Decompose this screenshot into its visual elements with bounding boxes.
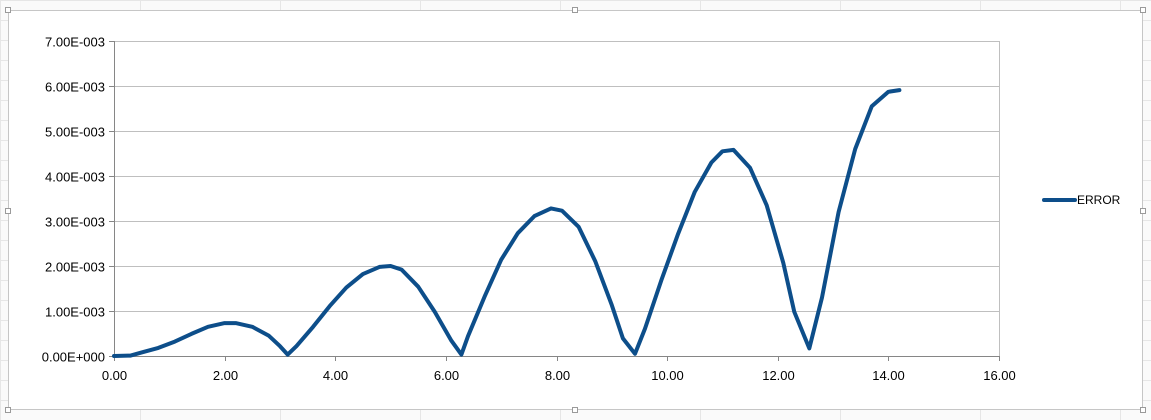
series-lines xyxy=(112,88,902,358)
x-tick-label: 8.00 xyxy=(545,368,570,383)
x-tick-label: 10.00 xyxy=(651,368,684,383)
x-axis-tick-labels: 0.00 2.00 4.00 6.00 8.00 10.00 12.00 14.00 16.00 xyxy=(102,368,1016,383)
line-chart: 0.00E+000 1.00E-003 2.00E-003 3.00E-003 4.00… xyxy=(42,35,1121,384)
y-tick-label: 7.00E-003 xyxy=(45,35,105,50)
x-tick-label: 12.00 xyxy=(762,368,795,383)
gridlines xyxy=(114,41,1000,356)
x-tick-label: 4.00 xyxy=(323,368,348,383)
y-tick-label: 4.00E-003 xyxy=(45,170,105,185)
y-tick-label: 2.00E-003 xyxy=(45,260,105,275)
x-tick-label: 2.00 xyxy=(213,368,238,383)
x-tick-label: 16.00 xyxy=(983,368,1016,383)
legend: ERROR xyxy=(1042,193,1121,207)
y-tick-label: 1.00E-003 xyxy=(45,305,105,320)
y-tick-label: 0.00E+000 xyxy=(42,350,105,365)
x-tick-label: 14.00 xyxy=(872,368,905,383)
series-line-error xyxy=(112,88,902,358)
legend-label: ERROR xyxy=(1077,193,1121,207)
y-tick-label: 6.00E-003 xyxy=(45,80,105,95)
y-tick-label: 5.00E-003 xyxy=(45,125,105,140)
y-axis-tick-labels: 0.00E+000 1.00E-003 2.00E-003 3.00E-003 4.00… xyxy=(42,35,105,365)
y-tick-label: 3.00E-003 xyxy=(45,215,105,230)
x-tick-label: 0.00 xyxy=(102,368,127,383)
axes xyxy=(109,41,1000,361)
x-tick-label: 6.00 xyxy=(434,368,459,383)
